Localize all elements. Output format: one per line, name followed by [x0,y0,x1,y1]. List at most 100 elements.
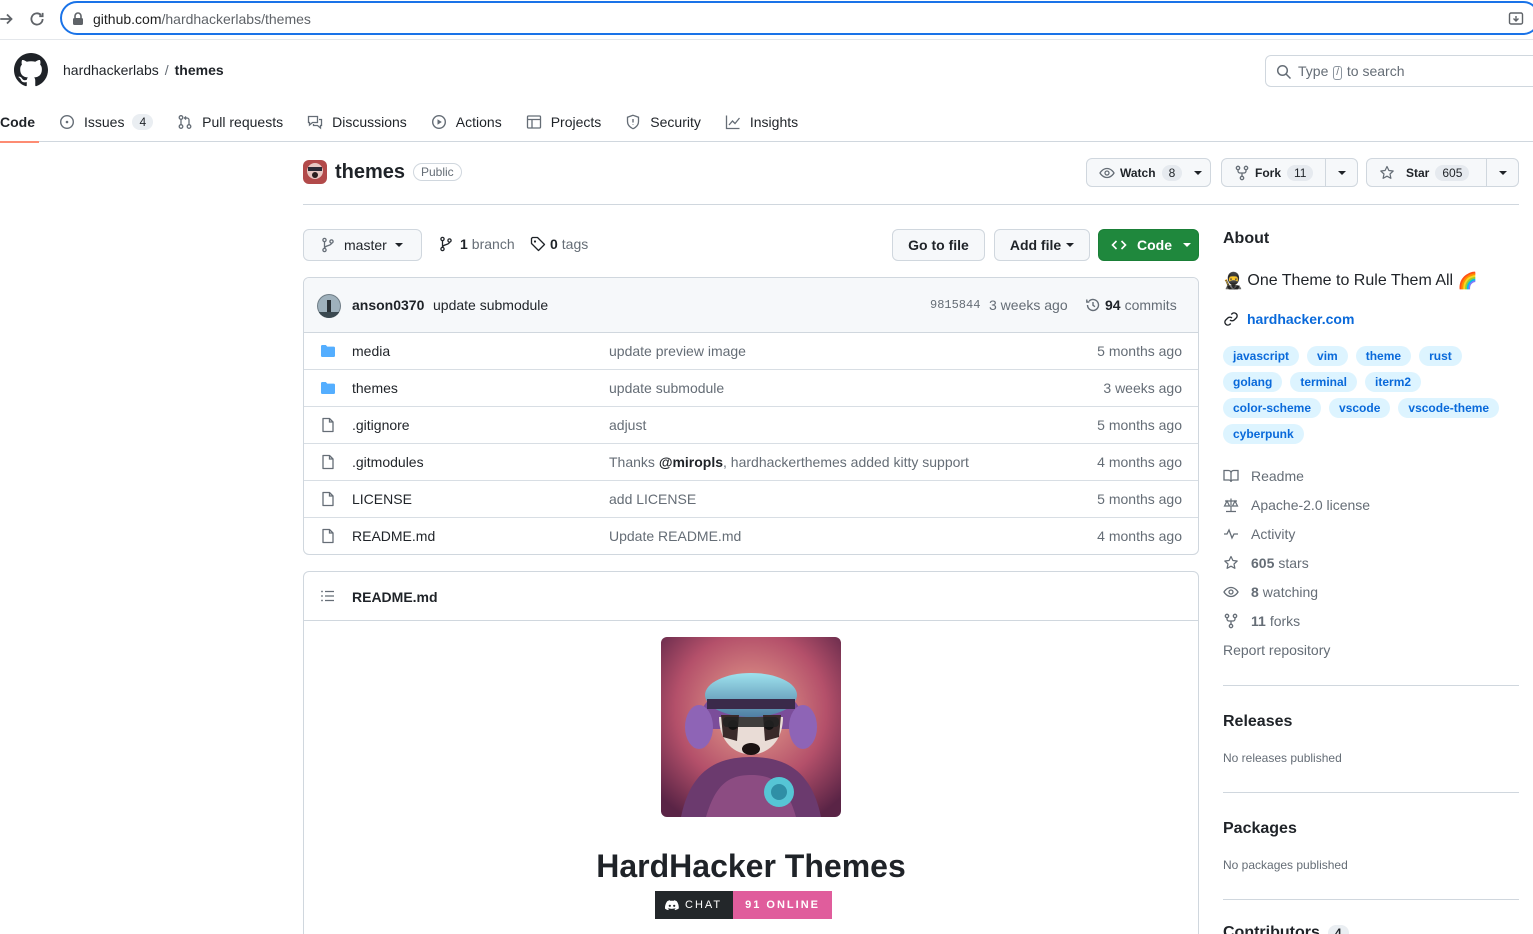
lock-icon [73,12,83,25]
topic-tag[interactable]: terminal [1290,372,1358,392]
install-app-icon[interactable] [1508,11,1524,27]
add-file-button[interactable]: Add file [994,229,1090,261]
activity-link[interactable]: Activity [1223,526,1295,542]
file-name[interactable]: themes [352,380,398,396]
tab-actions[interactable]: Actions [419,102,514,142]
report-repository-link[interactable]: Report repository [1223,642,1330,658]
file-name[interactable]: LICENSE [352,491,412,507]
reload-icon[interactable] [28,10,46,28]
tags-link[interactable]: 0 tags [530,236,588,252]
commits-link[interactable]: 94 commits [1085,297,1177,313]
license-link[interactable]: Apache-2.0 license [1223,497,1370,513]
topic-tag[interactable]: cyberpunk [1223,424,1304,444]
topic-tag[interactable]: rust [1419,346,1462,366]
avatar[interactable] [317,294,341,318]
user-mention[interactable]: @miropls [659,454,723,470]
stars-link[interactable]: 605 stars [1223,555,1309,571]
contributors-heading[interactable]: Contributors 4 [1223,924,1349,934]
go-to-file-button[interactable]: Go to file [892,229,985,261]
file-name[interactable]: .gitignore [352,417,410,433]
watching-link[interactable]: 8 watching [1223,584,1318,600]
discord-chat-badge[interactable]: CHAT 91 ONLINE [655,891,832,919]
file-commit-message[interactable]: Thanks @miropls, hardhackerthemes added … [609,454,969,470]
readme-panel: README.md HardHacker Themes CHAT 91 ONLI… [303,571,1199,934]
commit-message[interactable]: update submodule [433,297,548,313]
file-commit-message[interactable]: update submodule [609,380,724,396]
topic-tag[interactable]: iterm2 [1365,372,1422,392]
forks-link[interactable]: 11 forks [1223,613,1300,629]
watching-count: 8 [1251,584,1259,600]
tab-code[interactable]: Code [0,102,47,143]
tab-pull-requests[interactable]: Pull requests [165,102,295,142]
file-name[interactable]: README.md [352,528,435,544]
branch-icon [322,237,334,253]
topic-tag[interactable]: vim [1307,346,1348,366]
fork-dropdown[interactable] [1325,159,1357,186]
repo-owner-avatar[interactable] [303,160,327,184]
commit-count-word: commits [1124,297,1177,313]
tab-discussions[interactable]: Discussions [295,102,419,142]
star-icon [1224,555,1238,569]
github-logo-icon[interactable] [14,53,48,87]
list-icon[interactable] [320,588,336,604]
tab-insights[interactable]: Insights [713,102,810,142]
owner-link[interactable]: hardhackerlabs [63,62,159,78]
chat-badge-left: CHAT [655,891,734,919]
tab-projects[interactable]: Projects [514,102,614,142]
branches-link[interactable]: 1 branch [438,236,515,252]
contributors-count: 4 [1327,925,1349,934]
search-prefix: Type [1298,63,1329,79]
file-name[interactable]: media [352,343,390,359]
tab-projects-label: Projects [550,114,602,130]
readme-hero-image [661,637,841,817]
watch-label: Watch [1120,165,1156,180]
fork-button[interactable]: Fork 11 [1222,159,1325,186]
repo-link[interactable]: themes [175,62,224,78]
file-commit-message[interactable]: update preview image [609,343,746,359]
packages-heading[interactable]: Packages [1223,820,1297,838]
star-dropdown[interactable] [1486,159,1518,186]
file-icon [322,528,334,544]
forks-word: forks [1269,613,1301,629]
file-commit-message[interactable]: adjust [609,417,646,433]
topic-tag[interactable]: theme [1355,346,1412,366]
commit-author[interactable]: anson0370 [352,297,424,313]
file-icon [322,417,334,433]
chat-badge-right: 91 ONLINE [733,891,832,919]
tab-security[interactable]: Security [613,102,713,142]
readme-filename[interactable]: README.md [352,589,438,605]
github-header: hardhackerlabs / themes Type / to search C… [0,39,1533,143]
fork-count: 11 [1287,164,1314,181]
file-name[interactable]: .gitmodules [352,454,424,470]
website-link[interactable]: hardhacker.com [1223,311,1354,327]
repo-nav-tabs: Code Issues 4 Pull requests Discussions A… [0,102,810,143]
browser-toolbar: github.com/hardhackerlabs/themes [0,0,1533,38]
url-text[interactable]: github.com/hardhackerlabs/themes [93,11,311,27]
watch-dropdown[interactable] [1186,170,1210,175]
commit-sha[interactable]: 9815844 [930,298,980,312]
file-commit-message[interactable]: add LICENSE [609,491,696,507]
topic-tag[interactable]: vscode-theme [1398,398,1500,418]
branch-icon [440,236,452,252]
discord-icon [665,899,679,910]
topic-tag[interactable]: color-scheme [1223,398,1322,418]
star-label: Star [1406,165,1430,180]
address-bar[interactable]: github.com/hardhackerlabs/themes [60,1,1533,35]
forward-arrow-icon[interactable] [0,10,16,28]
file-commit-message[interactable]: Update README.md [609,528,741,544]
tab-pull-requests-label: Pull requests [202,114,284,130]
topic-tag[interactable]: golang [1223,372,1283,392]
chevron-down-icon [1498,170,1507,175]
repo-name[interactable]: themes [335,161,405,184]
topic-tag[interactable]: vscode [1329,398,1391,418]
releases-heading[interactable]: Releases [1223,713,1292,731]
topic-tag[interactable]: javascript [1223,346,1300,366]
watch-button[interactable]: Watch 8 [1086,158,1211,187]
tab-issues[interactable]: Issues 4 [47,102,165,142]
search-input[interactable]: Type / to search [1265,55,1533,87]
contributors-label: Contributors [1223,924,1320,934]
code-button[interactable]: Code [1098,229,1199,261]
readme-link[interactable]: Readme [1223,468,1304,484]
star-button[interactable]: Star 605 [1367,159,1486,186]
branch-selector[interactable]: master [303,229,422,261]
